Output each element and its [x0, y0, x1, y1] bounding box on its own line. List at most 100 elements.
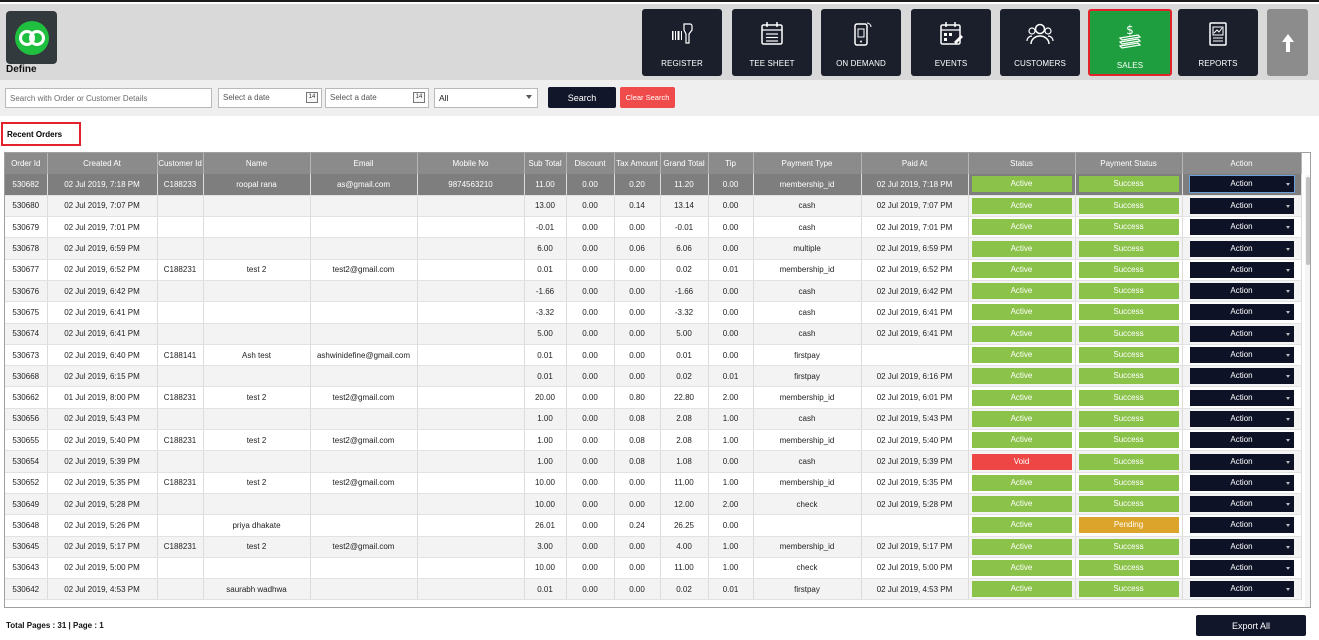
nav-on-demand-button[interactable]: ON DEMAND	[821, 9, 901, 76]
table-row[interactable]: 530655 02 Jul 2019, 5:40 PM C188231 test 2t…	[5, 429, 1302, 452]
table-row[interactable]: 530679 02 Jul 2019, 7:01 PM -0.01 0.00 0.00-…	[5, 216, 1302, 239]
scroll-up-button[interactable]	[1267, 9, 1308, 76]
table-row[interactable]: 530645 02 Jul 2019, 5:17 PM C188231 test 2t…	[5, 536, 1302, 558]
table-row[interactable]: 530682 02 Jul 2019, 7:18 PM C188233 roopal …	[5, 174, 1302, 196]
action-dropdown[interactable]: Action	[1189, 453, 1294, 470]
action-dropdown[interactable]: Action	[1189, 240, 1294, 257]
column-header[interactable]: Paid At	[861, 153, 969, 174]
table-cell	[203, 408, 311, 431]
clear-search-button[interactable]: Clear Search	[620, 87, 675, 108]
table-cell	[203, 323, 311, 345]
action-dropdown[interactable]: Action	[1189, 325, 1294, 342]
column-header[interactable]: Payment Type	[753, 153, 862, 174]
action-dropdown[interactable]: Action	[1189, 261, 1294, 278]
export-all-button[interactable]: Export All	[1196, 615, 1306, 636]
table-cell: saurabh wadhwa	[203, 578, 311, 601]
scrollbar-thumb[interactable]	[1306, 177, 1310, 265]
pagination-info: Total Pages : 31 | Page : 1	[6, 621, 104, 630]
column-header[interactable]: Status	[968, 153, 1076, 174]
table-cell	[417, 514, 525, 537]
action-dropdown[interactable]: Action	[1189, 283, 1294, 300]
action-dropdown[interactable]: Action	[1189, 517, 1294, 534]
action-dropdown[interactable]: Action	[1189, 197, 1294, 214]
search-input[interactable]	[5, 88, 212, 108]
table-cell: 02 Jul 2019, 5:40 PM	[47, 429, 158, 452]
column-header[interactable]: Order Id	[5, 153, 48, 174]
column-header[interactable]: Customer Id	[157, 153, 204, 174]
nav-tee-sheet-button[interactable]: TEE SHEET	[732, 9, 812, 76]
table-row[interactable]: 530675 02 Jul 2019, 6:41 PM -3.32 0.00 0.00-…	[5, 301, 1302, 324]
nav-customers-button[interactable]: CUSTOMERS	[1000, 9, 1080, 76]
table-cell	[310, 557, 418, 580]
date-from-field[interactable]: Select a date 14	[218, 88, 322, 108]
action-dropdown[interactable]: Action	[1189, 410, 1294, 427]
table-cell: Active	[968, 259, 1076, 281]
nav-events-button[interactable]: EVENTS	[911, 9, 991, 76]
action-dropdown[interactable]: Action	[1189, 347, 1294, 364]
action-dropdown[interactable]: Action	[1189, 538, 1294, 555]
table-cell: 0.00	[566, 216, 615, 239]
table-row[interactable]: 530654 02 Jul 2019, 5:39 PM 1.00 0.00 0.08 1.…	[5, 450, 1302, 473]
table-row[interactable]: 530677 02 Jul 2019, 6:52 PM C188231 test 2t…	[5, 259, 1302, 281]
table-row[interactable]: 530642 02 Jul 2019, 4:53 PM saurabh wadhwa…	[5, 578, 1302, 601]
action-dropdown[interactable]: Action	[1189, 496, 1294, 513]
vertical-scrollbar[interactable]	[1305, 175, 1310, 607]
table-row[interactable]: 530678 02 Jul 2019, 6:59 PM 6.00 0.00 0.06 6.…	[5, 237, 1302, 260]
action-dropdown[interactable]: Action	[1189, 368, 1294, 385]
table-cell: 02 Jul 2019, 5:43 PM	[861, 408, 969, 431]
calendar-icon[interactable]: 14	[413, 92, 425, 103]
column-header[interactable]: Created At	[47, 153, 158, 174]
table-row[interactable]: 530676 02 Jul 2019, 6:42 PM -1.66 0.00 0.00-…	[5, 280, 1302, 303]
action-dropdown[interactable]: Action	[1189, 389, 1294, 406]
table-cell: Action	[1182, 557, 1302, 580]
app-logo[interactable]	[6, 11, 57, 64]
table-row[interactable]: 530652 02 Jul 2019, 5:35 PM C188231 test 2t…	[5, 472, 1302, 494]
table-row[interactable]: 530643 02 Jul 2019, 5:00 PM 10.00 0.00 0.00 1…	[5, 557, 1302, 580]
column-header[interactable]: Email	[310, 153, 418, 174]
table-cell	[157, 195, 204, 218]
table-cell	[417, 195, 525, 218]
search-button[interactable]: Search	[548, 87, 616, 108]
action-dropdown[interactable]: Action	[1189, 432, 1294, 449]
table-cell: membership_id	[753, 472, 862, 494]
column-header[interactable]: Action	[1182, 153, 1302, 174]
table-row[interactable]: 530662 01 Jul 2019, 8:00 PM C188231 test 2t…	[5, 386, 1302, 409]
table-cell: Active	[968, 557, 1076, 580]
action-dropdown[interactable]: Action	[1188, 175, 1295, 194]
column-header[interactable]: Grand Total	[660, 153, 709, 174]
nav-reports-button[interactable]: REPORTS	[1178, 9, 1258, 76]
action-dropdown[interactable]: Action	[1189, 219, 1294, 236]
column-header[interactable]: Name	[203, 153, 311, 174]
nav-register-button[interactable]: REGISTER	[642, 9, 722, 76]
nav-sales-button[interactable]: $ SALES	[1088, 9, 1172, 76]
calendar-icon[interactable]: 14	[306, 92, 318, 103]
table-cell: Active	[968, 280, 1076, 303]
action-dropdown[interactable]: Action	[1189, 559, 1294, 576]
column-header[interactable]: Sub Total	[524, 153, 567, 174]
column-header[interactable]: Discount	[566, 153, 615, 174]
action-dropdown[interactable]: Action	[1189, 474, 1294, 491]
table-row[interactable]: 530668 02 Jul 2019, 6:15 PM 0.01 0.00 0.00 0.…	[5, 365, 1302, 388]
column-header[interactable]: Tax Amount	[614, 153, 661, 174]
action-dropdown[interactable]: Action	[1189, 304, 1294, 321]
column-header[interactable]: Payment Status	[1075, 153, 1183, 174]
table-row[interactable]: 530656 02 Jul 2019, 5:43 PM 1.00 0.00 0.08 2.…	[5, 408, 1302, 431]
nav-events-label: EVENTS	[934, 59, 968, 68]
table-row[interactable]: 530649 02 Jul 2019, 5:28 PM 10.00 0.00 0.00 1…	[5, 493, 1302, 516]
column-header[interactable]: Mobile No	[417, 153, 525, 174]
table-cell: Active	[968, 429, 1076, 452]
table-row[interactable]: 530680 02 Jul 2019, 7:07 PM 13.00 0.00 0.14 1…	[5, 195, 1302, 218]
table-cell: Success	[1075, 557, 1183, 580]
status-select[interactable]: All	[434, 88, 538, 108]
table-row[interactable]: 530673 02 Jul 2019, 6:40 PM C188141 Ash tes…	[5, 344, 1302, 367]
table-row[interactable]: 530674 02 Jul 2019, 6:41 PM 5.00 0.00 0.00 5.…	[5, 323, 1302, 345]
table-row[interactable]: 530648 02 Jul 2019, 5:26 PM priya dhakate 2…	[5, 514, 1302, 537]
table-cell: Action	[1182, 365, 1302, 388]
payment-status-badge: Success	[1078, 538, 1179, 555]
column-header[interactable]: Tip	[708, 153, 754, 174]
action-dropdown[interactable]: Action	[1189, 581, 1294, 598]
table-cell: 01 Jul 2019, 8:00 PM	[47, 386, 158, 409]
table-cell: test 2	[203, 259, 311, 281]
date-to-field[interactable]: Select a date 14	[325, 88, 429, 108]
table-cell: 530643	[5, 557, 48, 580]
